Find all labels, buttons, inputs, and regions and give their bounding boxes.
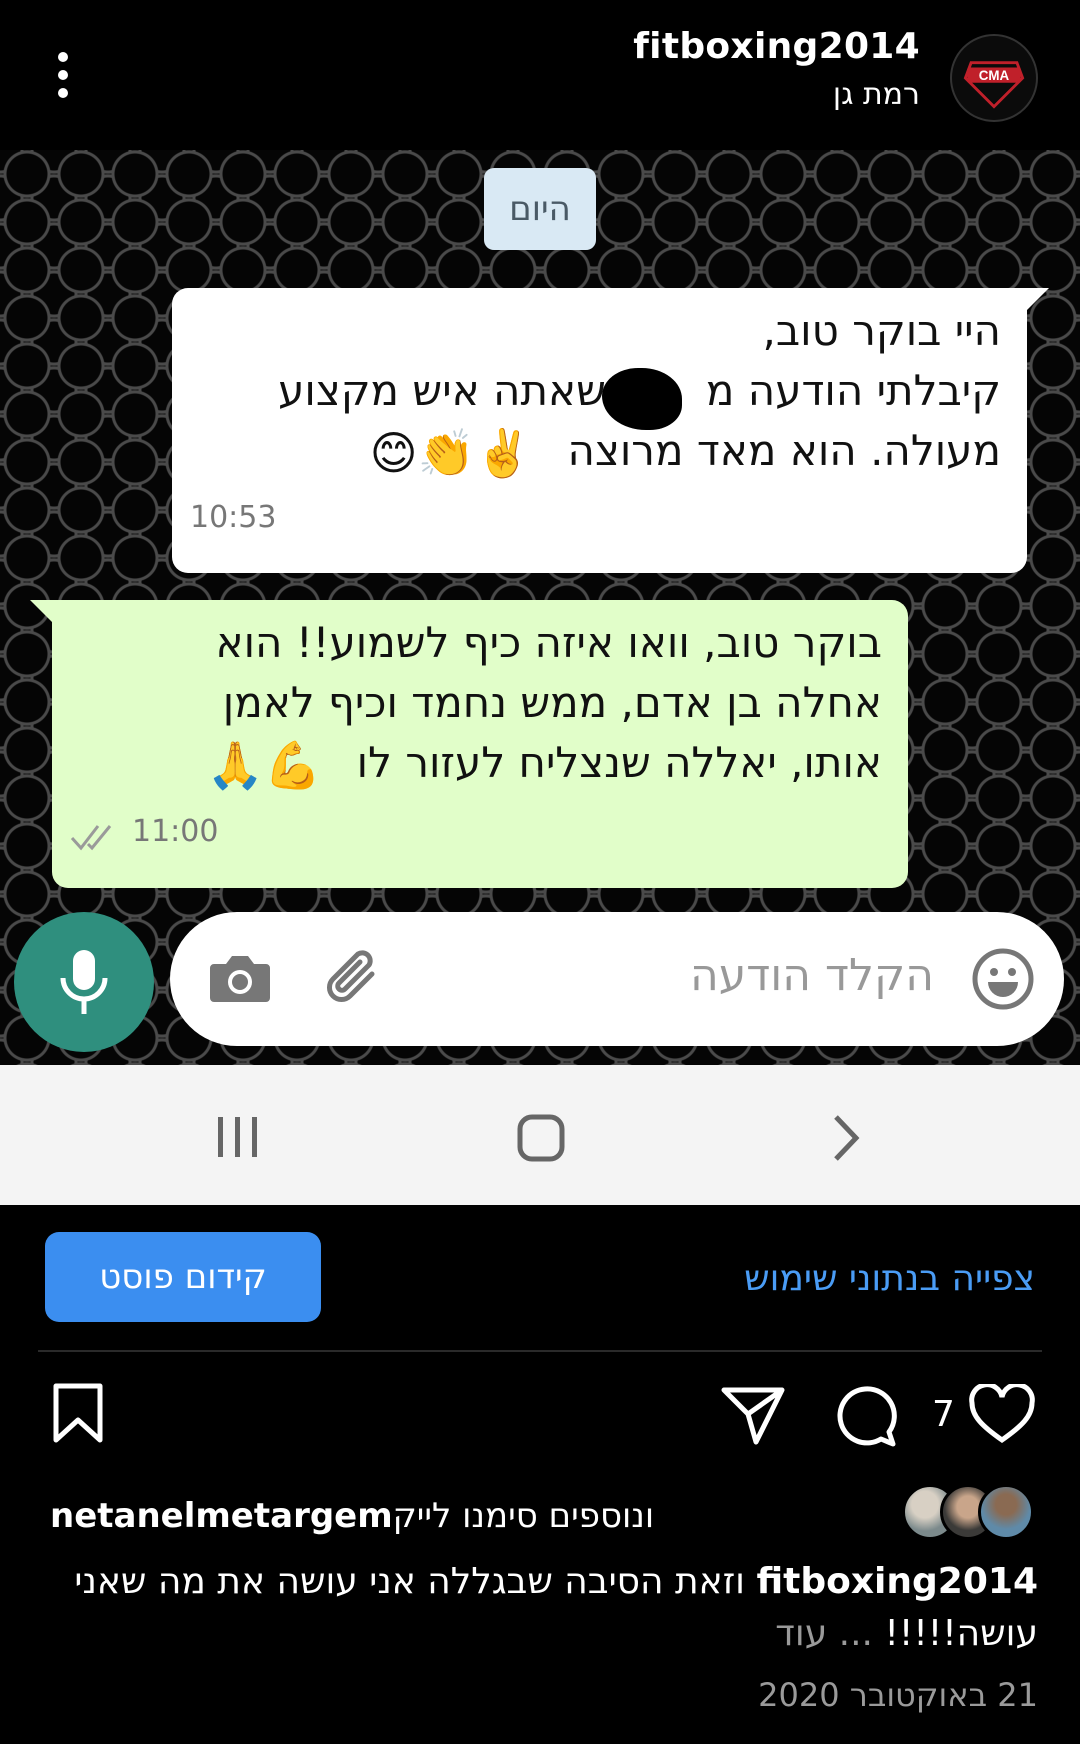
bookmark-icon[interactable] (50, 1382, 106, 1444)
liked-by-avatars[interactable] (902, 1484, 1036, 1540)
back-icon[interactable] (830, 1113, 862, 1163)
promote-post-button[interactable]: קידום פוסט (45, 1232, 321, 1322)
caption-more-link[interactable]: ... עוד (775, 1613, 873, 1654)
post-header: fitboxing2014 רמת גן CMA (0, 0, 1080, 150)
outgoing-line-3-text: אותו, יאללה שנצליח לעזור לו (356, 738, 882, 787)
avatar-logo-text: CMA (979, 68, 1010, 83)
chat-screenshot: היום היי בוקר טוב, קיבלתי הודעה מ שאתה אי… (0, 150, 1080, 1065)
outgoing-line-2: אחלה בן אדם, ממש נחמד וכיף לאמן (222, 678, 882, 727)
message-input-placeholder: הקלד הודעה (689, 950, 934, 1001)
like-count[interactable]: 7 (932, 1394, 955, 1435)
liked-by-suffix: ונוספים סימנו לייק (392, 1496, 665, 1536)
emoji-icon[interactable] (970, 946, 1036, 1012)
home-icon[interactable] (516, 1113, 566, 1163)
share-icon[interactable] (720, 1384, 786, 1446)
message-input[interactable]: הקלד הודעה (170, 912, 1064, 1046)
post-date: 21 באוקטובר 2020 (758, 1676, 1038, 1714)
outgoing-line-1: בוקר טוב, וואו איזה כיף לשמוע!! הוא (215, 618, 882, 667)
incoming-line-3: מעולה. הוא מאד מרוצה ✌️👏😊 (370, 426, 1001, 481)
incoming-line-2-right: קיבלתי הודעה מ (705, 366, 1001, 415)
incoming-line-2-left: שאתה איש מקצוע (278, 366, 606, 415)
more-vertical-icon[interactable] (48, 52, 78, 102)
location-label[interactable]: רמת גן (633, 77, 920, 112)
liked-by-user[interactable]: netanelmetargem (50, 1496, 393, 1536)
double-check-icon (70, 825, 112, 851)
date-pill: היום (484, 168, 596, 250)
incoming-line-3-text: מעולה. הוא מאד מרוצה (567, 426, 1002, 475)
outgoing-emoji: 💪🙏 (206, 738, 322, 792)
incoming-message: היי בוקר טוב, קיבלתי הודעה מ שאתה איש מקצ… (172, 288, 1049, 573)
paperclip-icon[interactable] (320, 944, 390, 1014)
outgoing-message: בוקר טוב, וואו איזה כיף לשמוע!! הוא אחלה… (30, 600, 908, 888)
avatar[interactable]: CMA (950, 34, 1038, 122)
redacted-name (602, 368, 682, 430)
comment-icon[interactable] (832, 1384, 898, 1450)
mic-icon (60, 950, 108, 1014)
liked-by-text[interactable]: netanelmetargem ונוספים סימנו לייק (50, 1496, 665, 1536)
account-info: fitboxing2014 רמת גן (633, 26, 920, 112)
caption-user[interactable]: fitboxing2014 (756, 1561, 1038, 1602)
incoming-emoji: ✌️👏😊 (369, 426, 533, 480)
avatar (978, 1484, 1034, 1540)
incoming-line-1: היי בוקר טוב, (762, 306, 1001, 355)
outgoing-time: 11:00 (132, 814, 219, 849)
mic-button[interactable] (14, 912, 154, 1052)
incoming-line-2: קיבלתי הודעה מ שאתה איש מקצוע (201, 366, 1001, 415)
recents-icon[interactable] (214, 1115, 262, 1159)
incoming-time: 10:53 (190, 500, 277, 535)
account-name[interactable]: fitboxing2014 (633, 26, 920, 67)
heart-icon[interactable] (968, 1384, 1036, 1446)
post-caption: fitboxing2014 וזאת הסיבה שבגללה אני עושה… (38, 1556, 1038, 1660)
view-insights-link[interactable]: צפייה בנתוני שימוש (744, 1258, 1035, 1299)
camera-icon[interactable] (208, 948, 272, 1008)
divider (38, 1350, 1042, 1352)
system-nav-bar (0, 1065, 1080, 1205)
outgoing-line-3: אותו, יאללה שנצליח לעזור לו 💪🙏 (207, 738, 882, 793)
